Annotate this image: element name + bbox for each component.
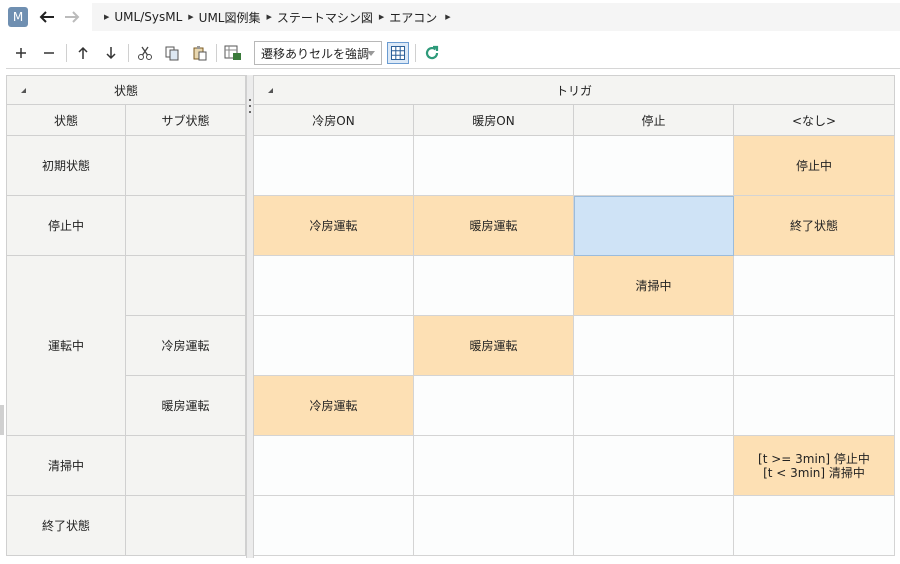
transition-cell[interactable]: [414, 256, 574, 316]
column-header-substate[interactable]: サブ状態: [126, 105, 246, 136]
toolbar: 遷移ありセルを強調: [0, 38, 900, 68]
row-header-final[interactable]: 終了状態: [6, 496, 126, 556]
row-substate[interactable]: [126, 436, 246, 496]
highlight-mode-value: 遷移ありセルを強調: [261, 46, 370, 61]
move-down-icon[interactable]: [100, 42, 122, 64]
column-header-heating-on[interactable]: 暖房ON: [414, 105, 574, 136]
column-header-cooling-on[interactable]: 冷房ON: [254, 105, 414, 136]
transition-cell[interactable]: [574, 436, 734, 496]
breadcrumb-item-state-machine[interactable]: ステートマシン図: [277, 9, 373, 26]
row-substate-cooling[interactable]: 冷房運転: [126, 316, 246, 376]
state-transition-table: 状態 トリガ 状態 サブ状態 冷房ON 暖房ON 停止 <なし> 初期状態 停止…: [6, 75, 896, 558]
collapse-handle[interactable]: [0, 405, 4, 435]
column-header-stop[interactable]: 停止: [574, 105, 734, 136]
add-icon[interactable]: [10, 42, 32, 64]
guard-line: [t < 3min] 清掃中: [763, 465, 865, 480]
breadcrumb-separator-icon: ▶: [378, 13, 385, 21]
title-bar: M ▶ UML/SysML ▶ UML図例集 ▶ ステートマシン図 ▶ エアコン…: [0, 0, 900, 34]
export-icon[interactable]: [222, 42, 244, 64]
row-substate-heating[interactable]: 暖房運転: [126, 376, 246, 436]
splitter-grip-icon[interactable]: [248, 99, 252, 113]
collapse-triangle-icon[interactable]: [268, 88, 273, 93]
row-substate[interactable]: [126, 496, 246, 556]
breadcrumb-item-uml-examples[interactable]: UML図例集: [199, 9, 261, 26]
transition-cell[interactable]: 終了状態: [734, 196, 895, 256]
transition-cell[interactable]: [734, 256, 895, 316]
grid-icon: [391, 46, 405, 60]
transition-cell[interactable]: [414, 436, 574, 496]
toolbar-separator: [216, 44, 217, 62]
transition-cell[interactable]: [734, 376, 895, 436]
group-header-state[interactable]: 状態: [6, 75, 246, 105]
toolbar-divider: [6, 68, 900, 69]
column-header-none[interactable]: <なし>: [734, 105, 895, 136]
app-icon[interactable]: M: [8, 7, 28, 27]
highlight-mode-select[interactable]: 遷移ありセルを強調: [254, 41, 382, 65]
breadcrumb: ▶ UML/SysML ▶ UML図例集 ▶ ステートマシン図 ▶ エアコン ▶: [92, 3, 900, 31]
row-substate[interactable]: [126, 196, 246, 256]
transition-cell[interactable]: 冷房運転: [254, 196, 414, 256]
row-substate[interactable]: [126, 136, 246, 196]
remove-icon[interactable]: [38, 42, 60, 64]
row-header-stopped[interactable]: 停止中: [6, 196, 126, 256]
collapse-triangle-icon[interactable]: [21, 88, 26, 93]
breadcrumb-item-uml-sysml[interactable]: UML/SysML: [114, 10, 182, 24]
transition-cell[interactable]: [254, 256, 414, 316]
transition-cell[interactable]: [734, 496, 895, 556]
paste-icon[interactable]: [189, 42, 211, 64]
transition-cell[interactable]: [254, 136, 414, 196]
breadcrumb-separator-icon: ▶: [104, 13, 110, 21]
transition-cell[interactable]: 暖房運転: [414, 316, 574, 376]
transition-cell[interactable]: [414, 496, 574, 556]
breadcrumb-item-aircon[interactable]: エアコン: [389, 9, 437, 26]
transition-cell-guarded[interactable]: [t >= 3min] 停止中 [t < 3min] 清掃中: [734, 436, 895, 496]
transition-cell[interactable]: [254, 436, 414, 496]
breadcrumb-separator-icon: ▶: [188, 13, 194, 21]
move-up-icon[interactable]: [72, 42, 94, 64]
row-header-running[interactable]: 運転中: [6, 256, 126, 436]
toolbar-separator: [128, 44, 129, 62]
chevron-down-icon: [367, 51, 375, 56]
row-header-initial[interactable]: 初期状態: [6, 136, 126, 196]
forward-arrow-icon[interactable]: [63, 8, 81, 26]
transition-cell-selected[interactable]: [574, 196, 734, 256]
breadcrumb-more-icon[interactable]: ▶: [445, 13, 450, 21]
transition-cell[interactable]: 清掃中: [574, 256, 734, 316]
transition-cell[interactable]: [574, 376, 734, 436]
copy-icon[interactable]: [161, 42, 183, 64]
transition-cell[interactable]: [414, 376, 574, 436]
back-arrow-icon[interactable]: [38, 8, 56, 26]
refresh-icon[interactable]: [421, 42, 443, 64]
row-header-cleaning[interactable]: 清掃中: [6, 436, 126, 496]
transition-cell[interactable]: [574, 316, 734, 376]
cut-icon[interactable]: [134, 42, 156, 64]
transition-cell[interactable]: [734, 316, 895, 376]
transition-cell[interactable]: 暖房運転: [414, 196, 574, 256]
toolbar-separator: [66, 44, 67, 62]
grid-view-toggle[interactable]: [387, 42, 409, 64]
breadcrumb-separator-icon: ▶: [266, 13, 272, 21]
pane-splitter[interactable]: [246, 75, 254, 558]
transition-cell[interactable]: 停止中: [734, 136, 895, 196]
guard-line: [t >= 3min] 停止中: [758, 451, 870, 466]
transition-cell[interactable]: [574, 136, 734, 196]
column-header-state[interactable]: 状態: [6, 105, 126, 136]
transition-cell[interactable]: [254, 316, 414, 376]
transition-cell[interactable]: 冷房運転: [254, 376, 414, 436]
group-header-trigger[interactable]: トリガ: [254, 75, 895, 105]
toolbar-separator: [415, 44, 416, 62]
transition-cell[interactable]: [574, 496, 734, 556]
transition-cell[interactable]: [254, 496, 414, 556]
transition-cell[interactable]: [414, 136, 574, 196]
row-substate[interactable]: [126, 256, 246, 316]
